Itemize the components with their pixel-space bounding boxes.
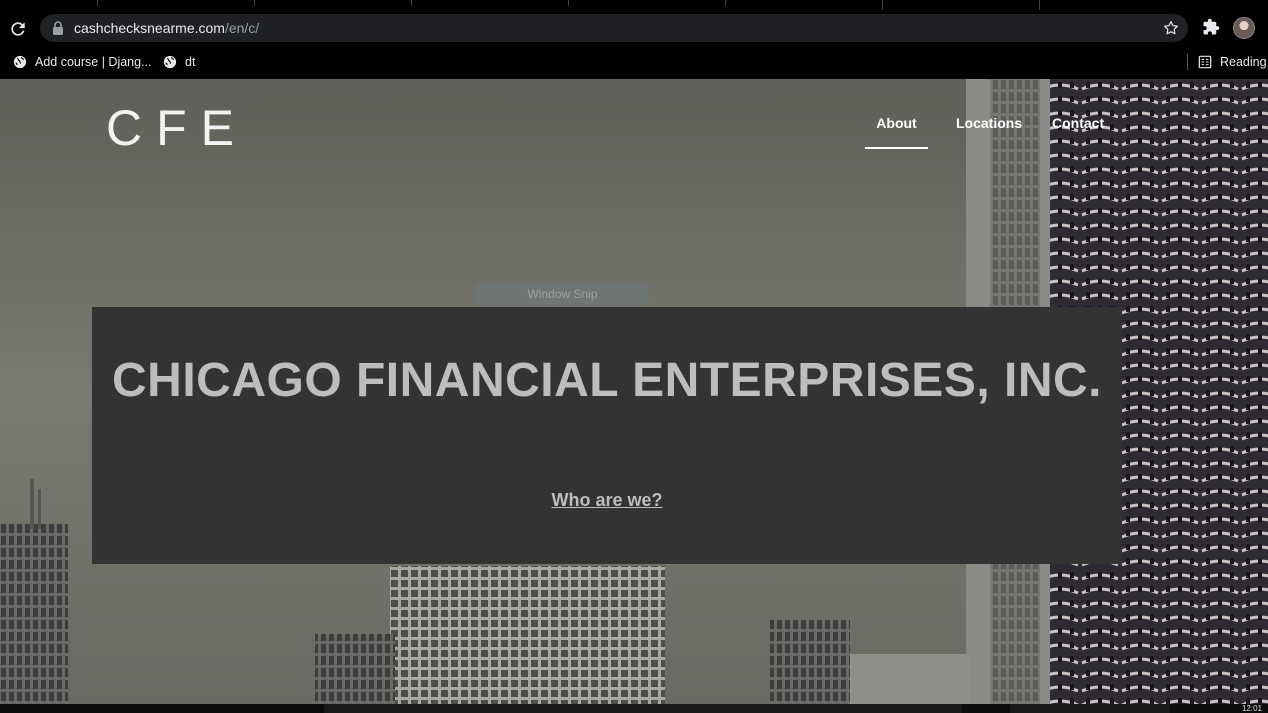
- nav-locations[interactable]: Locations: [956, 115, 1022, 149]
- window-snip-overlay: Window Snip: [476, 283, 649, 305]
- url-text[interactable]: cashchecksnearme.com/en/c/: [74, 20, 259, 36]
- bookmark-add-course[interactable]: Add course | Djang...: [13, 52, 152, 72]
- site-logo[interactable]: CFE: [106, 99, 248, 157]
- bookmark-star-icon[interactable]: [1162, 19, 1180, 37]
- nav-about[interactable]: About: [865, 115, 928, 149]
- bookmarks-divider: [1187, 54, 1188, 70]
- bookmark-label: Add course | Djang...: [35, 55, 152, 69]
- tab-separator: [568, 0, 569, 6]
- tab-strip: [0, 0, 1268, 10]
- taskbar-apps[interactable]: [324, 704, 962, 713]
- reload-icon[interactable]: [8, 19, 28, 39]
- reading-list-button[interactable]: Reading: [1198, 52, 1267, 72]
- bookmark-dt[interactable]: dt: [163, 52, 195, 72]
- tab-separator: [411, 0, 412, 6]
- active-tab[interactable]: [882, 0, 1040, 10]
- hero-banner: CHICAGO FINANCIAL ENTERPRISES, INC. Who …: [92, 307, 1122, 564]
- reading-list-label: Reading: [1220, 55, 1267, 69]
- globe-icon: [13, 55, 27, 69]
- web-page: CFE About Locations Contact Window Snip …: [0, 79, 1268, 704]
- nav-locations-label: Locations: [956, 115, 1023, 131]
- reading-list-icon: [1198, 55, 1212, 69]
- url-path: /en/c/: [224, 20, 260, 36]
- taskbar-tray[interactable]: [1010, 704, 1170, 713]
- taskbar-clock: 12:01: [1241, 704, 1262, 713]
- tab-separator: [725, 0, 726, 6]
- extensions-puzzle-icon[interactable]: [1202, 18, 1220, 36]
- bookmark-label: dt: [185, 55, 196, 69]
- nav-contact[interactable]: Contact: [1052, 115, 1104, 149]
- os-taskbar: 12:01: [0, 704, 1268, 713]
- nav-contact-label: Contact: [1052, 115, 1105, 131]
- browser-toolbar: cashchecksnearme.com/en/c/: [0, 10, 1268, 46]
- url-host: cashchecksnearme.com: [74, 20, 225, 36]
- who-are-we-link[interactable]: Who are we?: [551, 490, 662, 510]
- lock-icon[interactable]: [52, 21, 64, 35]
- nav-about-label: About: [876, 115, 917, 131]
- tab-separator: [254, 0, 255, 6]
- tab-separator: [97, 0, 98, 6]
- bookmarks-bar: Add course | Djang... dt Reading: [0, 46, 1268, 79]
- hero-link-wrapper: Who are we?: [92, 490, 1122, 511]
- hero-title: CHICAGO FINANCIAL ENTERPRISES, INC.: [111, 354, 1102, 407]
- globe-icon: [163, 55, 177, 69]
- address-bar[interactable]: cashchecksnearme.com/en/c/: [40, 14, 1188, 42]
- profile-avatar[interactable]: [1233, 17, 1255, 39]
